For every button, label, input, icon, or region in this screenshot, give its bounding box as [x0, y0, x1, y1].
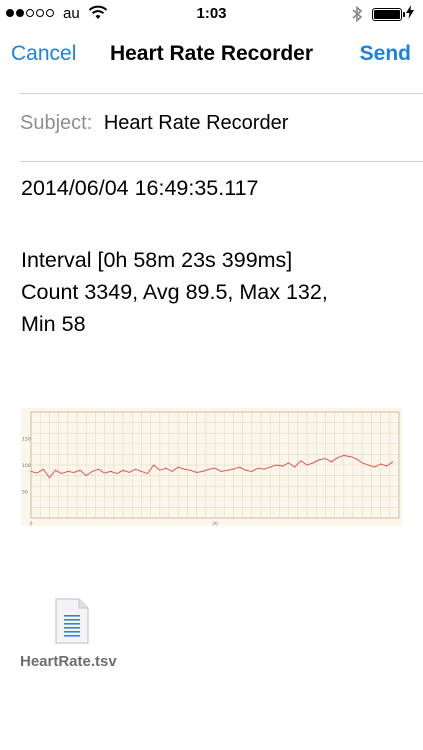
subject-label: Subject: — [20, 112, 93, 134]
heart-rate-point — [355, 458, 357, 460]
heart-rate-point — [232, 468, 234, 470]
body-stats[interactable]: Count 3349, Avg 89.5, Max 132, — [21, 276, 328, 308]
heart-rate-point — [122, 469, 124, 471]
divider — [20, 93, 423, 94]
heart-rate-point — [245, 469, 247, 471]
heart-rate-point — [294, 466, 296, 468]
y-tick-label: 50 — [22, 490, 28, 496]
attachment[interactable]: HeartRate.tsv — [20, 598, 130, 678]
heart-rate-point — [380, 463, 382, 465]
heart-rate-point — [73, 471, 75, 473]
heart-rate-point — [226, 469, 228, 471]
heart-rate-point — [202, 470, 204, 472]
heart-rate-point — [300, 460, 302, 462]
battery-icon — [372, 8, 405, 21]
heart-rate-point — [251, 470, 253, 472]
heart-rate-point — [134, 468, 136, 470]
heart-rate-point — [177, 466, 179, 468]
heart-rate-point — [79, 469, 81, 471]
heart-rate-point — [239, 466, 241, 468]
subject-input[interactable]: Heart Rate Recorder — [104, 112, 289, 134]
heart-rate-point — [343, 454, 345, 456]
heart-rate-point — [373, 466, 375, 468]
heart-rate-point — [367, 464, 369, 466]
y-tick-label: 150 — [22, 437, 31, 443]
heart-rate-point — [312, 462, 314, 464]
heart-rate-point — [42, 468, 44, 470]
heart-rate-point — [275, 464, 277, 466]
heart-rate-point — [269, 466, 271, 468]
heart-rate-point — [361, 462, 363, 464]
heart-rate-point — [214, 467, 216, 469]
charging-icon — [406, 5, 414, 22]
heart-rate-point — [337, 457, 339, 459]
chart-background — [21, 408, 402, 526]
navigation-bar: Cancel Heart Rate Recorder Send — [0, 28, 423, 84]
heart-rate-point — [147, 472, 149, 474]
body-interval[interactable]: Interval [0h 58m 23s 399ms] — [21, 244, 292, 276]
heart-rate-point — [220, 470, 222, 472]
heart-rate-point — [165, 467, 167, 469]
heart-rate-point — [257, 467, 259, 469]
heart-rate-point — [331, 461, 333, 463]
heart-rate-point — [189, 469, 191, 471]
heart-rate-chart: 150 100 50 0 30 — [21, 408, 402, 526]
divider — [20, 161, 423, 162]
heart-rate-point — [36, 472, 38, 474]
heart-rate-point — [306, 464, 308, 466]
heart-rate-point — [196, 471, 198, 473]
heart-rate-point — [61, 472, 63, 474]
x-tick-label: 30 — [212, 521, 218, 526]
heart-rate-point — [104, 472, 106, 474]
heart-rate-point — [116, 472, 118, 474]
heart-rate-point — [171, 470, 173, 472]
bluetooth-icon — [351, 5, 363, 27]
heart-rate-point — [324, 458, 326, 460]
heart-rate-point — [386, 465, 388, 467]
heart-rate-point — [48, 477, 50, 479]
heart-rate-point — [349, 456, 351, 458]
heart-rate-point — [281, 465, 283, 467]
attachment-name: HeartRate.tsv — [20, 653, 117, 670]
heart-rate-point — [97, 468, 99, 470]
heart-rate-point — [55, 469, 57, 471]
x-tick-label: 0 — [30, 521, 33, 526]
body-timestamp[interactable]: 2014/06/04 16:49:35.117 — [21, 172, 259, 204]
heart-rate-point — [318, 459, 320, 461]
heart-rate-chart-svg: 150 100 50 0 30 — [21, 408, 402, 526]
heart-rate-point — [208, 468, 210, 470]
heart-rate-point — [91, 470, 93, 472]
heart-rate-point — [110, 470, 112, 472]
heart-rate-point — [263, 468, 265, 470]
status-bar: au 1:03 — [0, 0, 423, 28]
document-icon — [55, 598, 89, 649]
heart-rate-point — [30, 470, 32, 472]
y-tick-label: 100 — [22, 463, 31, 469]
heart-rate-point — [128, 471, 130, 473]
send-button[interactable]: Send — [360, 42, 411, 66]
heart-rate-point — [67, 470, 69, 472]
heart-rate-point — [85, 475, 87, 477]
heart-rate-point — [288, 462, 290, 464]
heart-rate-point — [183, 468, 185, 470]
heart-rate-point — [140, 470, 142, 472]
heart-rate-point — [153, 464, 155, 466]
heart-rate-point — [392, 461, 394, 463]
subject-field[interactable]: Subject: Heart Rate Recorder — [20, 112, 288, 135]
body-min[interactable]: Min 58 — [21, 308, 86, 340]
heart-rate-point — [159, 469, 161, 471]
